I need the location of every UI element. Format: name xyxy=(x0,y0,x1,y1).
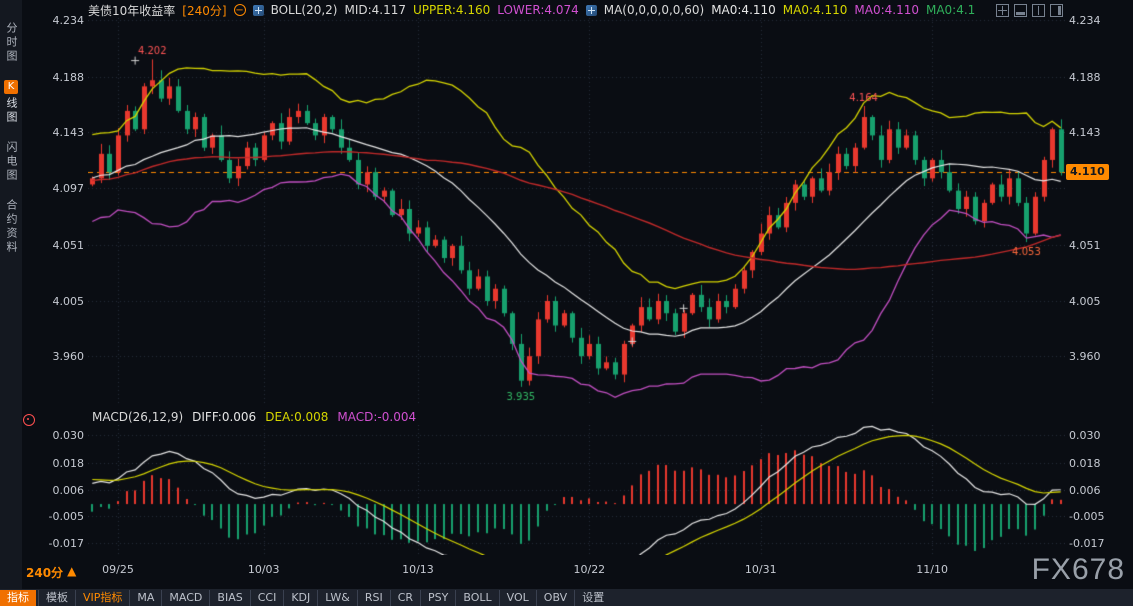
macd-axis-label-left: 0.030 xyxy=(42,429,84,442)
price-axis-label-left: 4.188 xyxy=(42,71,84,84)
toolbar-tab-模板[interactable]: 模板 xyxy=(38,590,75,606)
macd-axis-label-right: 0.030 xyxy=(1069,429,1113,442)
layout-right-panel-icon[interactable] xyxy=(1050,4,1063,17)
price-axis-label-right: 3.960 xyxy=(1069,350,1113,363)
price-axis-label-left: 4.097 xyxy=(42,182,84,195)
boll-toggle-icon[interactable] xyxy=(253,5,264,16)
macd-axis-label-left: 0.006 xyxy=(42,484,84,497)
x-axis-label: 10/03 xyxy=(242,563,286,576)
sidebar-item-time-chart[interactable]: 分时图 xyxy=(0,22,22,64)
macd-diff-value: DIFF:0.006 xyxy=(192,410,256,424)
boll-mid-value: MID:4.117 xyxy=(344,3,406,17)
macd-dea-value: DEA:0.008 xyxy=(265,410,328,424)
macd-axis-label-left: -0.017 xyxy=(42,537,84,550)
macd-axis-label-right: -0.005 xyxy=(1069,510,1113,523)
sidebar-item-flash-chart[interactable]: 闪电图 xyxy=(0,141,22,183)
price-axis-label-left: 4.234 xyxy=(42,14,84,27)
layout-bottom-panel-icon[interactable] xyxy=(1014,4,1027,17)
macd-label: MACD(26,12,9) xyxy=(92,410,183,424)
price-axis-label-right: 4.051 xyxy=(1069,239,1113,252)
interval-label: [240分] xyxy=(182,2,226,19)
macd-hist-value: MACD:-0.004 xyxy=(337,410,416,424)
active-chart-badge: K xyxy=(4,80,18,94)
macd-header: MACD(26,12,9) DIFF:0.006 DEA:0.008 MACD:… xyxy=(92,410,416,424)
macd-axis-label-right: 0.018 xyxy=(1069,457,1113,470)
toolbar-tab-BOLL[interactable]: BOLL xyxy=(455,590,498,606)
ma-toggle-icon[interactable] xyxy=(586,5,597,16)
ma-label: MA(0,0,0,0,0,60) xyxy=(604,3,704,17)
sidebar-item-contract-info[interactable]: 合约资料 xyxy=(0,199,22,255)
macd-chart-canvas[interactable] xyxy=(88,425,1065,555)
ma-value: MA0:4.110 xyxy=(783,3,848,17)
timeframe-selector[interactable]: 240分 ▲ xyxy=(26,564,76,581)
toolbar-tab-MA[interactable]: MA xyxy=(129,590,161,606)
ma-value: MA0:4.1 xyxy=(926,3,975,17)
price-axis-label-left: 4.005 xyxy=(42,295,84,308)
price-axis-label-left: 4.143 xyxy=(42,126,84,139)
x-axis-label: 09/25 xyxy=(96,563,140,576)
x-axis-label: 10/13 xyxy=(396,563,440,576)
brand-watermark: FX678 xyxy=(1032,553,1125,587)
toolbar-tab-BIAS[interactable]: BIAS xyxy=(209,590,249,606)
toolbar-tab-KDJ[interactable]: KDJ xyxy=(283,590,317,606)
toolbar-tab-OBV[interactable]: OBV xyxy=(536,590,574,606)
zoom-out-icon[interactable]: − xyxy=(234,4,246,16)
indicator-settings-icon[interactable] xyxy=(23,414,35,426)
macd-axis-label-right: -0.017 xyxy=(1069,537,1113,550)
chart-header: 美债10年收益率 [240分] − BOLL(20,2) MID:4.117 U… xyxy=(88,3,975,17)
price-axis-label-right: 4.188 xyxy=(1069,71,1113,84)
price-axis-label-left: 4.051 xyxy=(42,239,84,252)
timeframe-label: 240分 xyxy=(26,564,63,581)
macd-axis-label-left: 0.018 xyxy=(42,457,84,470)
toolbar-tab-指标[interactable]: 指标 xyxy=(0,590,36,606)
layout-split-vertical-icon[interactable] xyxy=(1032,4,1045,17)
app-window: 美债10年收益率 [240分] − BOLL(20,2) MID:4.117 U… xyxy=(0,0,1133,606)
toolbar-tab-CCI[interactable]: CCI xyxy=(250,590,284,606)
price-axis-label-right: 4.005 xyxy=(1069,295,1113,308)
x-axis-label: 11/10 xyxy=(910,563,954,576)
layout-icons xyxy=(996,4,1063,17)
toolbar-tab-VIP指标[interactable]: VIP指标 xyxy=(75,590,129,606)
price-axis-label-left: 3.960 xyxy=(42,350,84,363)
sidebar-item-label: 闪电图 xyxy=(3,141,19,183)
indicator-toolbar: 指标模板VIP指标MAMACDBIASCCIKDJLW&RSICRPSYBOLL… xyxy=(0,589,1133,606)
timeframe-arrow-icon: ▲ xyxy=(67,564,76,581)
macd-axis-label-left: -0.005 xyxy=(42,510,84,523)
main-price-chart-canvas[interactable] xyxy=(88,14,1065,404)
chart-type-sidebar: 分时图 K 线图闪电图合约资料 xyxy=(0,0,22,589)
sidebar-item-kline-chart[interactable]: K 线图 xyxy=(0,80,22,125)
toolbar-tab-MACD[interactable]: MACD xyxy=(161,590,209,606)
toolbar-tab-CR[interactable]: CR xyxy=(390,590,420,606)
boll-lower-value: LOWER:4.074 xyxy=(497,3,579,17)
macd-axis-label-right: 0.006 xyxy=(1069,484,1113,497)
price-axis-label-right: 4.143 xyxy=(1069,126,1113,139)
boll-label: BOLL(20,2) xyxy=(271,3,338,17)
ma-values: MA0:4.110 MA0:4.110 MA0:4.110 MA0:4.1 xyxy=(711,3,975,17)
x-axis-label: 10/22 xyxy=(567,563,611,576)
toolbar-tab-设置[interactable]: 设置 xyxy=(574,590,611,606)
layout-quad-icon[interactable] xyxy=(996,4,1009,17)
price-axis-label-right: 4.234 xyxy=(1069,14,1113,27)
sidebar-item-label: 分时图 xyxy=(3,22,19,64)
current-price-tag: 4.110 xyxy=(1066,164,1109,180)
ma-value: MA0:4.110 xyxy=(711,3,776,17)
sidebar-item-label: 合约资料 xyxy=(3,199,19,255)
toolbar-tab-RSI[interactable]: RSI xyxy=(357,590,390,606)
toolbar-tab-PSY[interactable]: PSY xyxy=(420,590,455,606)
boll-upper-value: UPPER:4.160 xyxy=(413,3,490,17)
sidebar-item-label: 线图 xyxy=(3,97,19,125)
instrument-title: 美债10年收益率 xyxy=(88,2,175,19)
x-axis-label: 10/31 xyxy=(739,563,783,576)
toolbar-tab-VOL[interactable]: VOL xyxy=(499,590,536,606)
toolbar-tab-LW&[interactable]: LW& xyxy=(317,590,357,606)
ma-value: MA0:4.110 xyxy=(854,3,919,17)
